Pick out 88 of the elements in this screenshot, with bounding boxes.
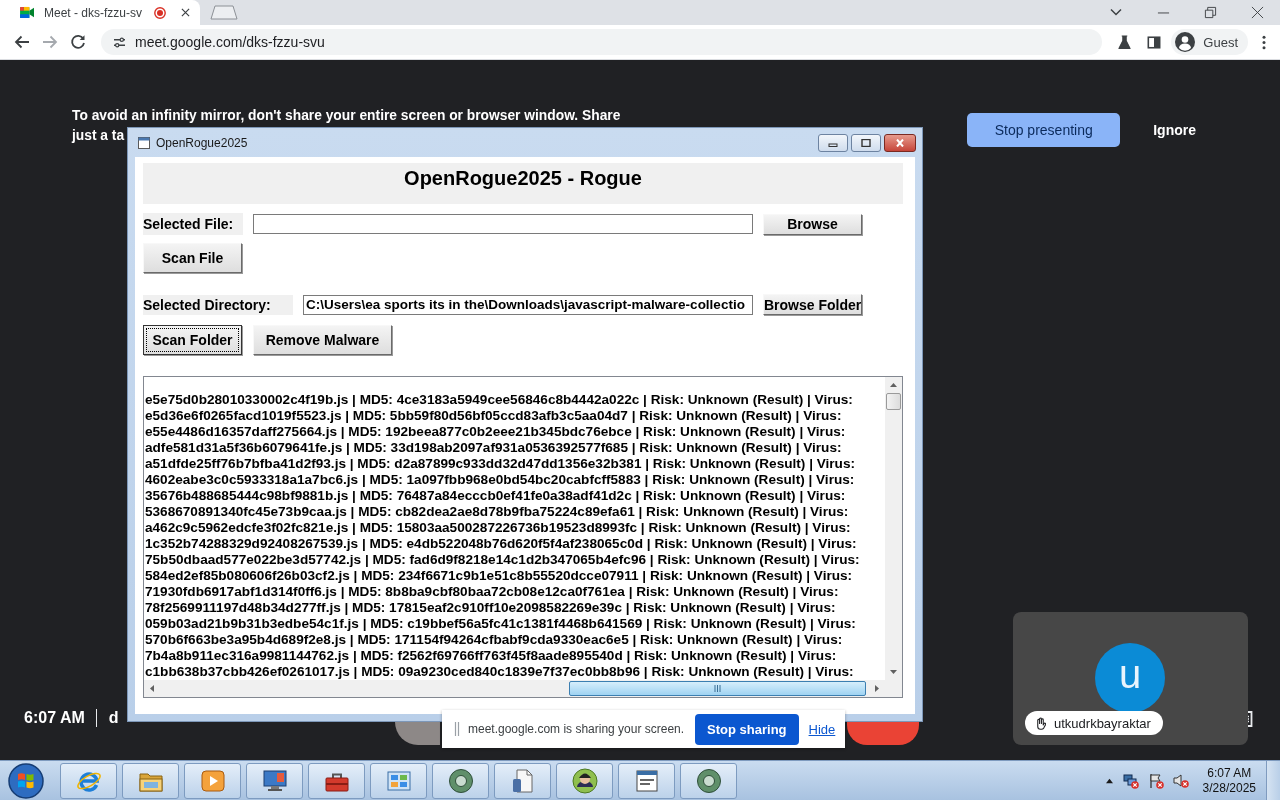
field-label: Selected Directory: — [143, 294, 293, 315]
result-line: 35676b488685444c98bf9881b.js | MD5: 76487a84ecccb0ef41fe0a38adf41d2c | Risk: Unknown (Result) | Virus: — [145, 488, 846, 504]
scrollbar-thumb[interactable] — [569, 681, 866, 696]
person-icon — [570, 766, 599, 795]
result-line: 71930fdb6917abf1d314f0ff6.js | MD5: 8b8ba9cbf80baa72cb08e12ca0f761ea | Risk: Unknown (Result) | Virus: — [145, 584, 839, 600]
ignore-button[interactable]: Ignore — [1141, 113, 1208, 147]
maximize-icon — [861, 138, 871, 147]
side-panel-icon[interactable] — [1147, 34, 1162, 50]
network-error-icon[interactable] — [1122, 772, 1139, 789]
notice-text: just a ta — [72, 127, 125, 145]
scan-folder-button[interactable]: Scan Folder — [143, 325, 242, 355]
results-box[interactable] — [143, 376, 903, 698]
result-line: 4602eabe3c0c5933318a1a7bc6.js | MD5: 1a097fbb968e0bd54bc20cabfcff5883 | Risk: Unknown (Result) | Virus: — [145, 472, 855, 488]
maximize-button[interactable] — [851, 133, 881, 152]
remove-malware-button[interactable]: Remove Malware — [253, 325, 392, 355]
hand-icon — [1035, 716, 1046, 730]
result-line: 5368670891340fc45e73b9caa.js | MD5: cb82dea2ae8d78b9fba75224c89efa61 | Risk: Unknown (Result) | Virus: — [145, 504, 849, 520]
result-line: adfe581d31a5f36b6079641fe.js | MD5: 33d198ab2097af931a0536392577f685 | Risk: Unknown (Result) | Virus: — [145, 440, 842, 456]
directory-path-field[interactable]: C:\Users\ea sports its in the\Downloads\javascript-malware-collectio — [303, 294, 753, 315]
meeting-time: 6:07 AM — [24, 709, 85, 727]
taskbar-button[interactable] — [556, 762, 613, 799]
clock-time[interactable]: 6:07 AM — [1207, 765, 1252, 781]
taskbar-button[interactable] — [680, 762, 737, 799]
file-path-field[interactable] — [253, 214, 753, 234]
result-line: e5e75d0b28010330002c4f19b.js | MD5: 4ce3183a5949cee56846c8b4442a022c | Risk: Unknown (Result) | Virus: — [145, 392, 853, 408]
window-title: OpenRogue2025 — [156, 135, 248, 150]
close-button[interactable] — [884, 133, 916, 152]
chevron-up-icon[interactable] — [1104, 777, 1114, 784]
scan-file-button[interactable]: Scan File — [143, 243, 242, 273]
result-line: e55e4486d16357daff275664.js | MD5: 192beea877c0b2eee21b345bdc76ebce | Risk: Unknown (Result) | Virus: — [145, 424, 846, 440]
result-line: 570b6f663be3a95b4d689f2e8.js | MD5: 171154f94264cfbabf9cda9330eac6e5 | Risk: Unknown (Result) | Virus: — [145, 632, 843, 648]
notice-text: To avoid an infinity mirror, don't share your entire screen or browser window. Share — [72, 107, 621, 125]
drag-handle-icon[interactable] — [454, 722, 460, 736]
app-heading: OpenRogue2025 - Rogue — [143, 163, 903, 204]
meet-control-button[interactable] — [846, 722, 919, 745]
grip-icon — [714, 685, 721, 692]
taskbar-button[interactable] — [246, 762, 303, 799]
person-icon — [1175, 32, 1196, 52]
close-icon[interactable] — [1251, 6, 1264, 19]
window-icon — [138, 136, 150, 149]
scrollbar-thumb[interactable] — [886, 393, 901, 410]
sharing-message: meet.google.com is sharing your screen. — [468, 722, 685, 736]
globe-icon — [446, 766, 475, 795]
result-line: a462c9c5962edcfe3f02fc821e.js | MD5: 15803aa500287226736b19523d8993fc | Risk: Unknown (Result) | Virus: — [145, 520, 851, 536]
participant-name: utkudrkbayraktar — [1054, 715, 1151, 731]
result-line: 059b03ad21b9b31b3edbe54c1f.js | MD5: c19bbef56a5fc41c1381f4468b641569 | Risk: Unknown (Result) | Virus: — [145, 616, 856, 632]
hide-link[interactable]: Hide — [808, 721, 836, 737]
speaker-muted-icon[interactable] — [1172, 772, 1189, 789]
windows-logo-icon — [8, 762, 44, 799]
result-line: c1bb638b37cbb426ef0261017.js | MD5: 09a9230ced840c1839e7f37ec0bb8b96 | Risk: Unknown (Result) | Virus: — [145, 664, 854, 680]
result-line: e5d36e6f0265facd1019f5523.js | MD5: 5bb59f80d56bf05ccd83afb3c5aa04d7 | Risk: Unknown (Result) | Virus: — [145, 408, 842, 424]
result-line: 7b4a8b911ec316a9981144762.js | MD5: f2562f69766ff763f45f8aade895540d | Risk: Unknown (Result) | Virus: — [145, 648, 837, 664]
stop-presenting-button[interactable]: Stop presenting — [967, 113, 1121, 147]
result-line: 75b50dbaad577e022be3d57742.js | MD5: fad6d9f8218e14c1d2b347065b4efc96 | Risk: Unknown (Result) | Virus: — [145, 552, 860, 568]
globe-icon — [694, 766, 723, 795]
minimize-button[interactable] — [818, 133, 848, 152]
reload-icon[interactable] — [70, 34, 86, 50]
address-bar[interactable]: meet.google.com/dks-fzzu-svu — [101, 29, 1103, 55]
horizontal-scrollbar[interactable] — [144, 680, 902, 697]
restore-icon[interactable] — [1204, 6, 1217, 19]
taskbar-button[interactable] — [494, 762, 551, 799]
taskbar-button[interactable] — [618, 762, 675, 799]
close-icon[interactable] — [181, 8, 190, 17]
camera-logo-icon — [20, 6, 35, 19]
stop-sharing-button[interactable]: Stop sharing — [695, 713, 799, 745]
back-icon[interactable] — [14, 34, 30, 50]
meet-control-button[interactable] — [394, 722, 440, 745]
browse-button[interactable]: Browse — [763, 213, 862, 235]
flask-icon[interactable] — [1118, 34, 1132, 50]
clock-date[interactable]: 3/28/2025 — [1202, 780, 1256, 796]
result-line: 584ed2ef85b080606f26b03cf2.js | MD5: 234f6671c9b1e51c8b55520dcce07911 | Risk: Unknown (Result) | Virus: — [145, 568, 853, 584]
meeting-code: d — [108, 709, 119, 727]
taskbar-button[interactable] — [432, 762, 489, 799]
taskbar-button[interactable] — [308, 762, 365, 799]
result-line: a51dfde25ff76b7bfba41d2f93.js | MD5: d2a87899c933dd32d47dd1356e32b381 | Risk: Unknown (Result) | Virus: — [145, 456, 855, 472]
profile-button[interactable]: Guest — [1171, 29, 1248, 55]
close-icon — [895, 138, 905, 147]
result-line: 78f2569911197d48b34d277ff.js | MD5: 17815eaf2c910ff10e2098582269e39c | Risk: Unknown (Result) | Virus: — [145, 600, 836, 616]
more-menu-icon[interactable] — [1262, 34, 1266, 50]
result-line: 1c352b74288329d92408267539.js | MD5: e4db522048b76d620f5f4af238065c0d | Risk: Unknown (Result) | Virus: — [145, 536, 857, 552]
start-button[interactable] — [6, 761, 46, 800]
flag-error-icon[interactable] — [1147, 772, 1164, 789]
vertical-scrollbar[interactable] — [885, 377, 902, 680]
site-info-icon[interactable] — [113, 36, 126, 48]
participant-avatar: u — [1095, 643, 1165, 713]
browser-tab[interactable]: Meet - dks-fzzu-sv — [0, 0, 200, 25]
browse-folder-button[interactable]: Browse Folder — [763, 294, 862, 315]
field-label: Selected File: — [143, 213, 243, 235]
